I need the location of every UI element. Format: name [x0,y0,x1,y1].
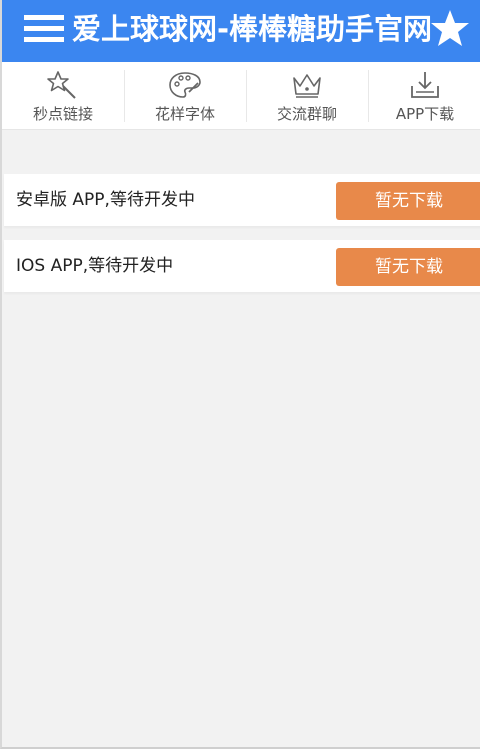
nav-divider [246,70,247,122]
nav-divider [368,70,369,122]
nav-label: 秒点链接 [32,105,93,123]
nav-divider [124,70,125,122]
nav-label: 花样字体 [154,105,215,123]
top-nav: 秒点链接 花样字体 交流群聊 APP下载 [2,62,480,130]
android-app-row: 安卓版 APP,等待开发中 暂无下载 [4,174,480,226]
magic-wand-icon [47,71,76,99]
nav-item-app-download[interactable]: APP下载 [368,62,480,130]
app-name: 安卓版 APP,等待开发中 [16,190,195,210]
download-button[interactable]: 暂无下载 [336,182,480,220]
site-title: 爱上球球网-棒棒糖助手官网 [72,12,433,46]
page: 爱上球球网-棒棒糖助手官网 秒点链接 花样字体 交流群聊 APP下载 安卓版 A… [0,0,480,749]
star-icon[interactable] [430,8,470,48]
palette-icon [169,72,201,98]
hamburger-menu-icon[interactable] [24,13,64,45]
crown-icon [293,74,321,98]
download-icon [411,72,439,98]
download-button[interactable]: 暂无下载 [336,248,480,286]
nav-item-fancy-fonts[interactable]: 花样字体 [124,62,246,130]
nav-item-group-chat[interactable]: 交流群聊 [246,62,368,130]
app-name: IOS APP,等待开发中 [16,256,174,276]
nav-label: APP下载 [395,105,455,123]
nav-label: 交流群聊 [276,105,337,123]
app-header: 爱上球球网-棒棒糖助手官网 [2,0,480,62]
nav-item-quick-links[interactable]: 秒点链接 [2,62,124,130]
ios-app-row: IOS APP,等待开发中 暂无下载 [4,240,480,292]
